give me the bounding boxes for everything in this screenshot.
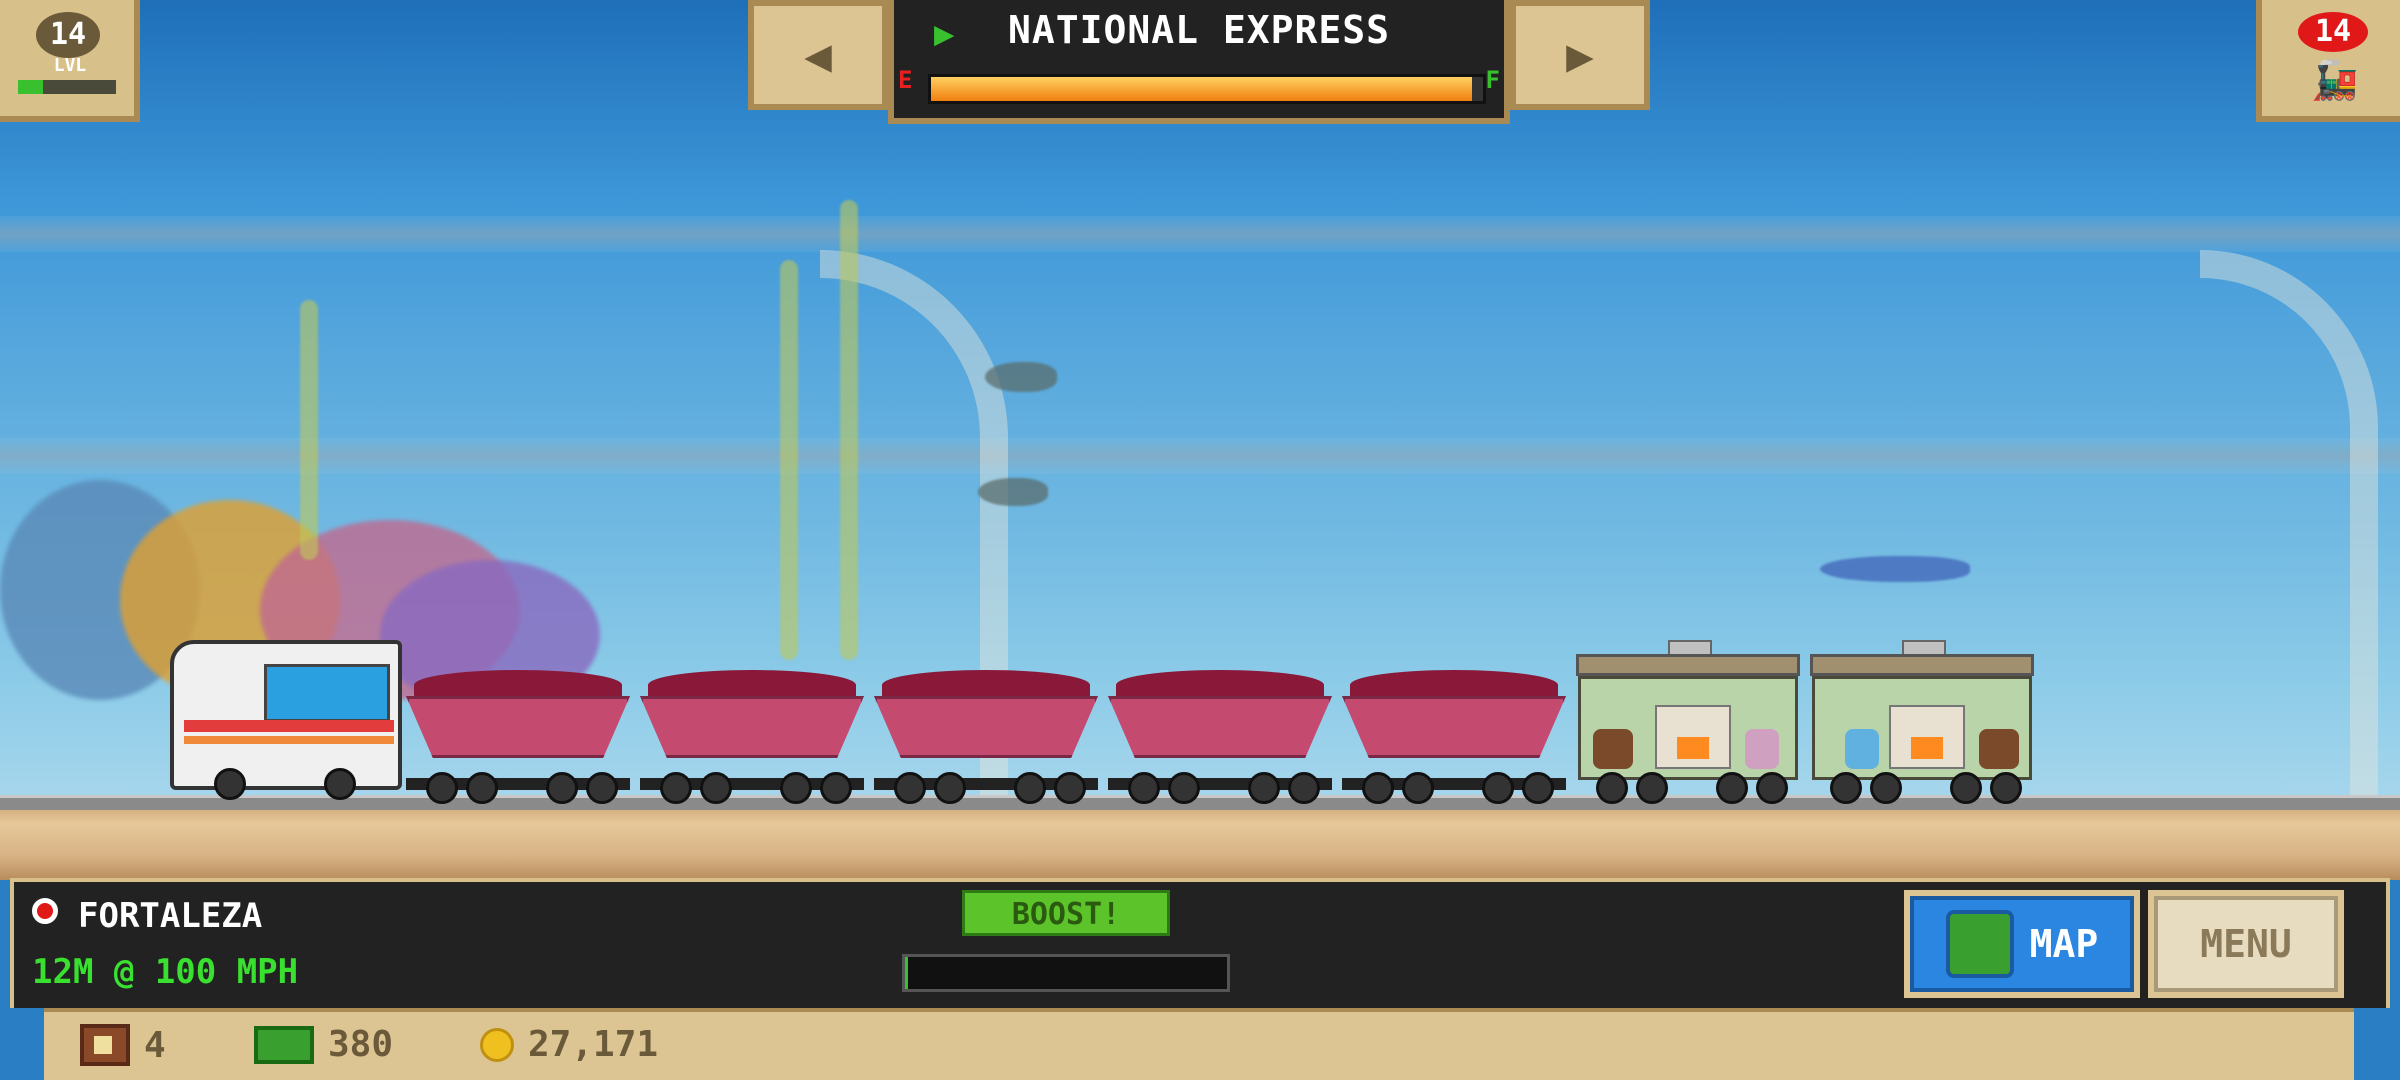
train-selector: ◀ ▶ NATIONAL EXPRESS E F ▶ xyxy=(748,0,1650,124)
tunnel-rail-upper xyxy=(0,216,2400,252)
crates-count: 4 xyxy=(144,1024,166,1066)
lounge-car[interactable] xyxy=(1810,640,2034,804)
sofa-icon xyxy=(1979,729,2019,769)
lounge-roof xyxy=(1576,654,1800,676)
cargo-load xyxy=(1116,670,1324,700)
chevron-right-icon: ▶ xyxy=(1566,28,1594,82)
hopper-body xyxy=(874,696,1098,758)
hopper-car[interactable] xyxy=(1108,670,1332,804)
level-label: LVL xyxy=(53,55,87,76)
fuel-gauge-fill xyxy=(931,77,1472,101)
level-panel[interactable]: 14 LVL xyxy=(0,0,140,122)
train-name: NATIONAL EXPRESS xyxy=(1007,8,1391,52)
menu-label: MENU xyxy=(2200,922,2292,966)
coins-count: 27,171 xyxy=(528,1024,659,1065)
level-progress-bar xyxy=(18,80,116,94)
menu-button[interactable]: MENU xyxy=(2148,890,2344,998)
hopper-car[interactable] xyxy=(640,670,864,804)
station-name[interactable]: FORTALEZA xyxy=(78,896,262,936)
swordfish xyxy=(1820,556,1970,582)
lounge-body xyxy=(1812,676,2032,780)
locomotive-window xyxy=(264,664,390,722)
tunnel-arch xyxy=(2200,250,2378,800)
sofa-icon xyxy=(1593,729,1633,769)
locomotive-stripe xyxy=(184,736,394,744)
boost-button[interactable]: BOOST! xyxy=(962,890,1170,936)
speed-readout: 12M @ 100 MPH xyxy=(32,952,299,992)
rail-track xyxy=(0,795,2400,810)
fireplace-icon xyxy=(1889,705,1965,769)
ground-strip xyxy=(0,800,2400,880)
fuel-gauge xyxy=(928,74,1486,104)
lounge-car[interactable] xyxy=(1576,640,1800,804)
passenger-icon xyxy=(1745,729,1779,769)
previous-train-button[interactable]: ◀ xyxy=(748,0,888,110)
station-marker-icon xyxy=(32,898,58,924)
fish xyxy=(978,478,1048,506)
lounge-body xyxy=(1578,676,1798,780)
cargo-load xyxy=(882,670,1090,700)
next-train-button[interactable]: ▶ xyxy=(1510,0,1650,110)
fuel-empty-label: E xyxy=(898,66,913,94)
train-count-badge: 14 xyxy=(2298,12,2368,52)
map-button[interactable]: MAP xyxy=(1904,890,2140,998)
hopper-car[interactable] xyxy=(874,670,1098,804)
chevron-left-icon: ◀ xyxy=(804,28,832,82)
crates-resource[interactable]: 4 xyxy=(80,1024,166,1066)
hopper-body xyxy=(1342,696,1566,758)
coins-resource[interactable]: 27,171 xyxy=(480,1024,658,1065)
trains-panel[interactable]: 14 🚂 xyxy=(2256,0,2400,122)
lounge-roof xyxy=(1810,654,2034,676)
hopper-body xyxy=(406,696,630,758)
train-name-panel[interactable]: ▶ NATIONAL EXPRESS E F xyxy=(888,0,1510,124)
locomotive[interactable] xyxy=(170,640,402,800)
boost-progress-bar xyxy=(902,954,1230,992)
hopper-body xyxy=(1108,696,1332,758)
cash-resource[interactable]: 380 xyxy=(254,1024,393,1065)
seaweed xyxy=(840,200,858,660)
cash-count: 380 xyxy=(328,1024,394,1065)
hopper-car[interactable] xyxy=(1342,670,1566,804)
tunnel-rail-middle xyxy=(0,438,2400,474)
level-progress-fill xyxy=(18,80,43,94)
fish xyxy=(985,362,1057,392)
resource-bar: 4 380 27,171 xyxy=(44,1008,2354,1080)
cargo-load xyxy=(648,670,856,700)
map-label: MAP xyxy=(2029,922,2099,966)
status-bar: FORTALEZA 12M @ 100 MPH BOOST! MAP MENU xyxy=(10,878,2390,1008)
cargo-load xyxy=(414,670,622,700)
fireplace-icon xyxy=(1655,705,1731,769)
hopper-car[interactable] xyxy=(406,670,630,804)
hopper-body xyxy=(640,696,864,758)
passenger-icon xyxy=(1845,729,1879,769)
globe-icon xyxy=(1945,910,2014,978)
boost-progress-fill xyxy=(905,957,909,989)
seaweed xyxy=(780,260,798,660)
crate-icon xyxy=(80,1024,130,1066)
fuel-full-label: F xyxy=(1485,66,1500,94)
coin-icon xyxy=(480,1027,514,1062)
cargo-load xyxy=(1350,670,1558,700)
locomotive-icon: 🚂 xyxy=(2311,58,2359,102)
locomotive-stripe xyxy=(184,720,394,732)
level-badge-icon: 14 xyxy=(36,12,100,58)
seaweed xyxy=(300,300,318,560)
cash-icon xyxy=(254,1025,314,1064)
